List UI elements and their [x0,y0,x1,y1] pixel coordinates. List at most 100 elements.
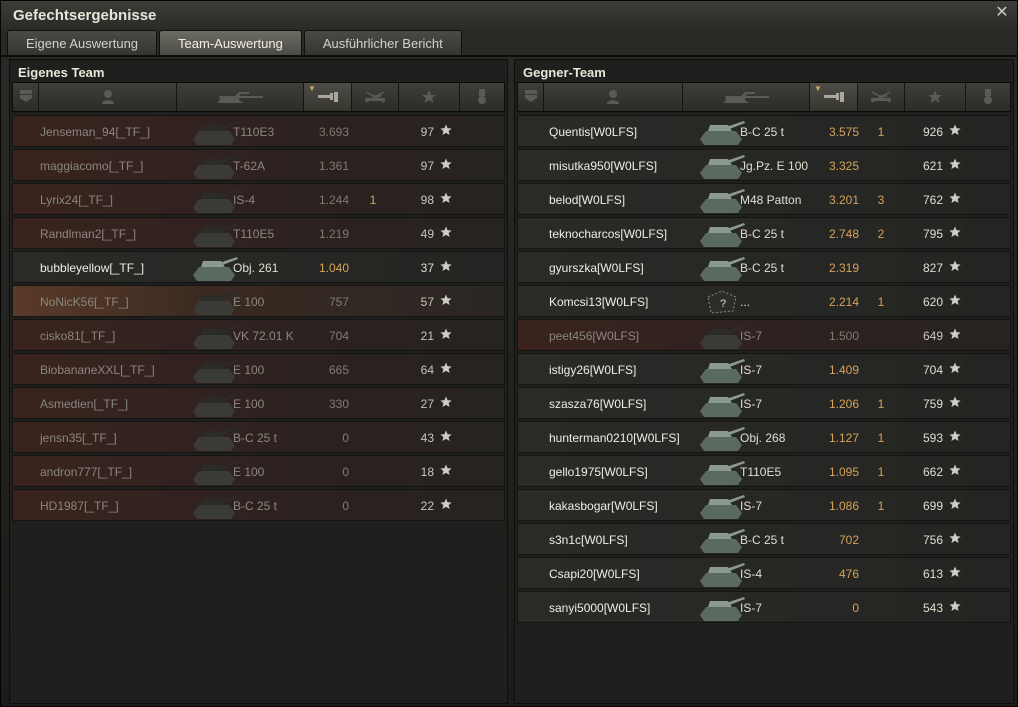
player-name[interactable]: BiobananeXXL[_TF_] [40,363,155,377]
player-row[interactable]: Lyrix24[_TF_] IS-4 1.244 1 98 [12,183,505,215]
player-name[interactable]: jensn35[_TF_] [40,431,117,445]
player-name[interactable]: cisko81[_TF_] [40,329,115,343]
damage-icon[interactable]: ▼ [810,83,858,111]
player-name[interactable]: s3n1c[W0LFS] [549,533,628,547]
xp-value: 64 [420,363,434,377]
damage-icon[interactable]: ▼ [304,83,352,111]
player-name[interactable]: hunterman0210[W0LFS] [549,431,680,445]
player-name[interactable]: peet456[W0LFS] [549,329,639,343]
player-name[interactable]: gello1975[W0LFS] [549,465,648,479]
player-name[interactable]: HD1987[_TF_] [40,499,119,513]
kills-icon[interactable] [352,83,399,111]
damage-value: 0 [342,499,349,513]
xp-star-icon [440,124,452,135]
xp-value: 98 [420,193,434,207]
xp-star-icon [440,158,452,169]
player-name[interactable]: maggiacomo[_TF_] [40,159,143,173]
player-name[interactable]: Quentis[W0LFS] [549,125,637,139]
tab-team-evaluation[interactable]: Team-Auswertung [159,30,302,55]
player-name[interactable]: Lyrix24[_TF_] [40,193,113,207]
damage-value: 2.748 [828,227,859,241]
player-name[interactable]: Asmedien[_TF_] [40,397,128,411]
player-row[interactable]: cisko81[_TF_] VK 72.01 K 704 21 [12,319,505,351]
damage-value: 0 [342,431,349,445]
player-row[interactable]: bubbleyellow[_TF_] Obj. 261 1.040 37 [12,251,505,283]
tank-name: B-C 25 t [740,533,785,547]
player-name[interactable]: gyurszka[W0LFS] [549,261,644,275]
player-name[interactable]: Csapi20[W0LFS] [549,567,640,581]
player-row[interactable]: NoNicK56[_TF_] E 100 757 57 [12,285,505,317]
tank-icon[interactable] [683,83,810,111]
player-row[interactable]: Csapi20[W0LFS] IS-4 476 613 [517,557,1011,589]
player-name[interactable]: sanyi5000[W0LFS] [549,601,650,615]
xp-value: 620 [922,295,943,309]
player-row[interactable]: szasza76[W0LFS] IS-7 1.206 1 759 [517,387,1011,419]
squad-icon[interactable] [13,83,39,111]
player-name[interactable]: andron777[_TF_] [40,465,132,479]
kills-value: 1 [877,465,885,479]
xp-value: 543 [922,601,943,615]
tank-name: E 100 [233,295,265,309]
player-name[interactable]: istigy26[W0LFS] [549,363,636,377]
player-row[interactable]: gello1975[W0LFS] T110E5 1.095 1 662 [517,455,1011,487]
player-row[interactable]: s3n1c[W0LFS] B-C 25 t 702 756 [517,523,1011,555]
player-name[interactable]: bubbleyellow[_TF_] [40,261,144,275]
player-row[interactable]: BiobananeXXL[_TF_] E 100 665 64 [12,353,505,385]
player-row[interactable]: Randlman2[_TF_] T110E5 1.219 49 [12,217,505,249]
xp-star-icon[interactable] [399,83,460,111]
player-name[interactable]: Randlman2[_TF_] [40,227,136,241]
player-icon[interactable] [544,83,683,111]
enemy-team-title: Gegner-Team [523,65,606,80]
player-row[interactable]: andron777[_TF_] E 100 0 18 [12,455,505,487]
player-name[interactable]: szasza76[W0LFS] [549,397,646,411]
player-row[interactable]: peet456[W0LFS] IS-7 1.500 649 [517,319,1011,351]
xp-value: 97 [420,125,434,139]
player-row[interactable]: misutka950[W0LFS] Jg.Pz. E 100 3.325 621 [517,149,1011,181]
player-row[interactable]: Quentis[W0LFS] B-C 25 t 3.575 1 926 [517,115,1011,147]
enemy-team-list: Quentis[W0LFS] B-C 25 t 3.575 1 926 misutka95… [517,115,1011,625]
enemy-team-panel: Gegner-Team ▼ Quentis[W0LFS] B-C 25 t 3.… [514,59,1014,704]
player-name[interactable]: Jenseman_94[_TF_] [40,125,150,139]
xp-star-icon [440,226,452,237]
sort-caret-icon: ▼ [308,84,316,93]
tank-name: T110E5 [233,227,275,241]
player-name[interactable]: NoNicK56[_TF_] [40,295,129,309]
tank-name: VK 72.01 K [233,329,294,343]
damage-value: 665 [328,363,349,377]
close-icon[interactable]: ✕ [993,4,1011,22]
player-row[interactable]: sanyi5000[W0LFS] IS-7 0 543 [517,591,1011,623]
player-name[interactable]: Komcsi13[W0LFS] [549,295,648,309]
player-row[interactable]: Komcsi13[W0LFS]?... 2.214 1 620 [517,285,1011,317]
player-name[interactable]: kakasbogar[W0LFS] [549,499,658,513]
tank-icon[interactable] [177,83,304,111]
player-row[interactable]: gyurszka[W0LFS] B-C 25 t 2.319 827 [517,251,1011,283]
player-name[interactable]: belod[W0LFS] [549,193,625,207]
sort-caret-icon: ▼ [814,84,822,93]
xp-star-icon [949,294,961,305]
player-row[interactable]: Asmedien[_TF_] E 100 330 27 [12,387,505,419]
squad-icon[interactable] [518,83,544,111]
player-icon[interactable] [39,83,177,111]
player-name[interactable]: teknocharcos[W0LFS] [549,227,667,241]
kills-value: 3 [877,193,885,207]
titlebar: Gefechtsergebnisse ✕ [1,1,1017,29]
player-row[interactable]: maggiacomo[_TF_] T-62A 1.361 97 [12,149,505,181]
xp-value: 27 [420,397,434,411]
player-row[interactable]: hunterman0210[W0LFS] Obj. 268 1.127 1 593 [517,421,1011,453]
player-row[interactable]: kakasbogar[W0LFS] IS-7 1.086 1 699 [517,489,1011,521]
medal-icon[interactable] [966,83,1010,111]
xp-star-icon[interactable] [905,83,966,111]
player-row[interactable]: belod[W0LFS] M48 Patton 3.201 3 762 [517,183,1011,215]
player-row[interactable]: istigy26[W0LFS] IS-7 1.409 704 [517,353,1011,385]
kills-icon[interactable] [858,83,905,111]
player-row[interactable]: jensn35[_TF_] B-C 25 t 0 43 [12,421,505,453]
tab-detailed-report[interactable]: Ausführlicher Bericht [303,30,462,55]
medal-icon[interactable] [460,83,504,111]
damage-value: 1.500 [828,329,859,343]
player-row[interactable]: teknocharcos[W0LFS] B-C 25 t 2.748 2 795 [517,217,1011,249]
xp-star-icon [440,328,452,339]
player-row[interactable]: Jenseman_94[_TF_] T110E3 3.693 97 [12,115,505,147]
tab-own-evaluation[interactable]: Eigene Auswertung [7,30,158,55]
player-row[interactable]: HD1987[_TF_] B-C 25 t 0 22 [12,489,505,521]
player-name[interactable]: misutka950[W0LFS] [549,159,657,173]
